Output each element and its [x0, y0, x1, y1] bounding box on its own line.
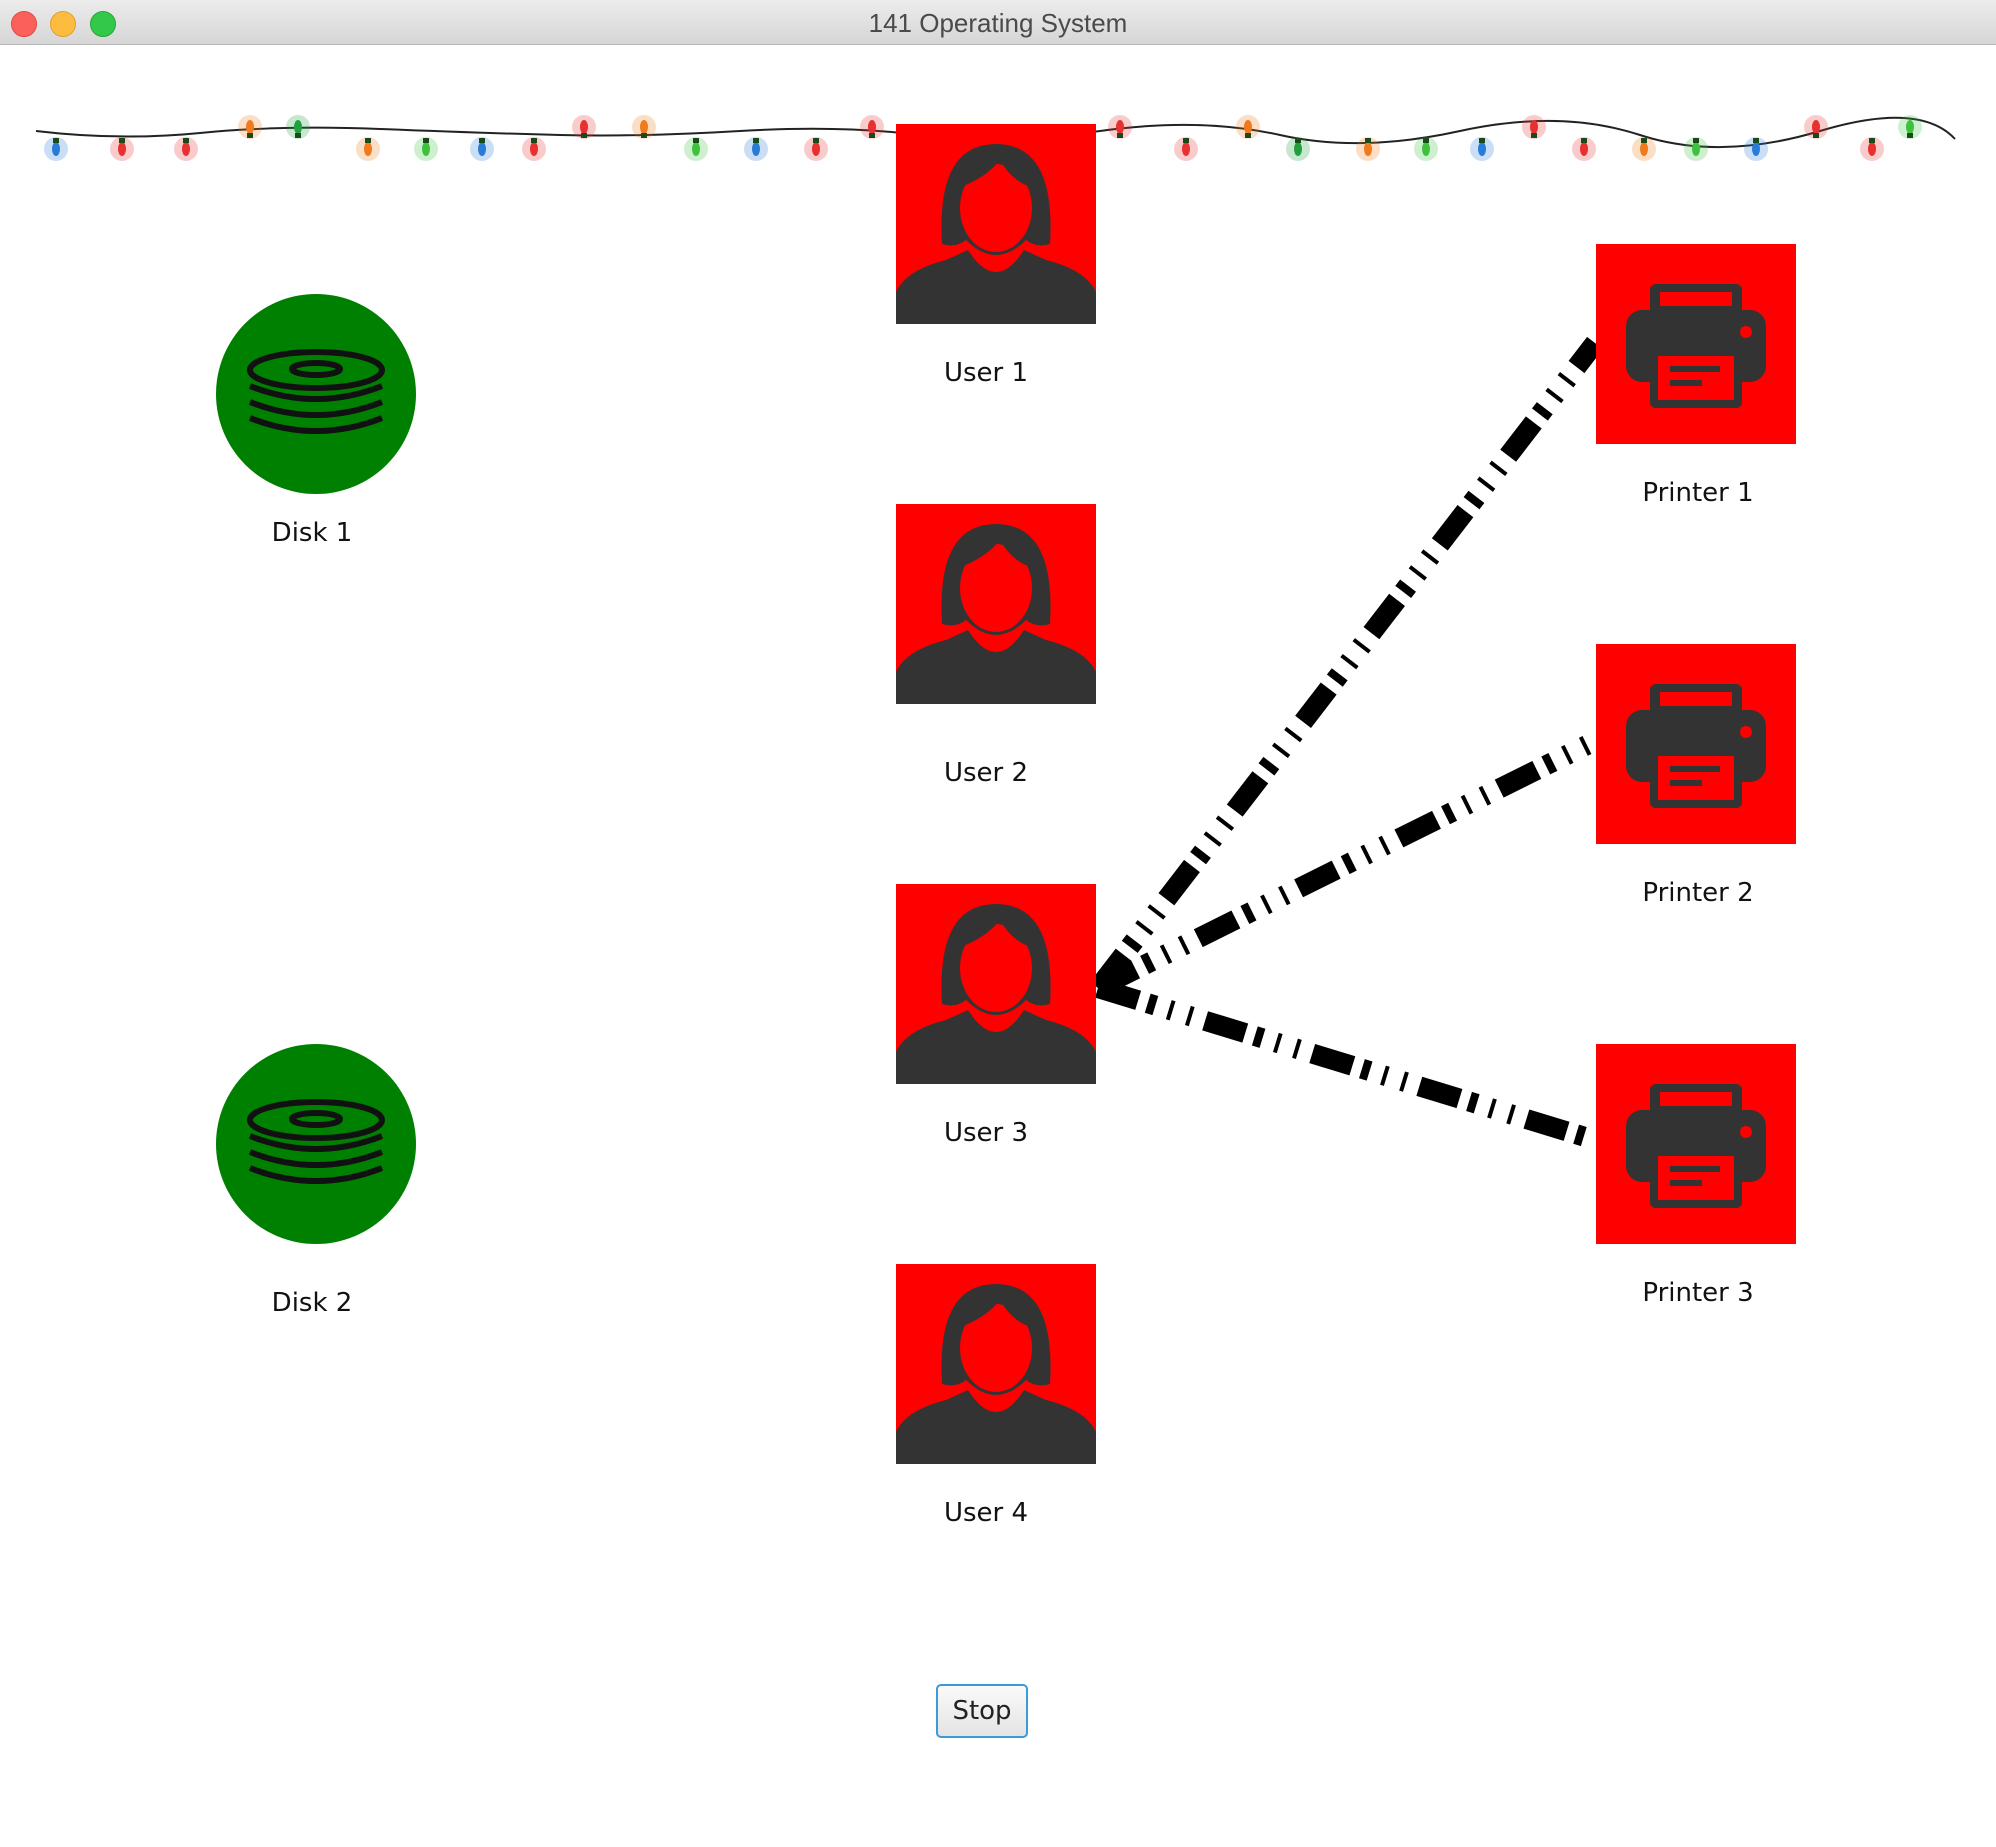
light-bulb-cap — [869, 133, 875, 138]
disk-icon — [216, 294, 416, 494]
light-bulb — [580, 120, 588, 134]
light-bulb-cap — [641, 133, 647, 138]
light-bulb — [1868, 142, 1876, 156]
light-bulb — [1530, 120, 1538, 134]
user-1[interactable] — [896, 124, 1096, 329]
light-bulb — [1640, 142, 1648, 156]
printer-2-label: Printer 2 — [1642, 878, 1754, 908]
light-bulb-cap — [1117, 133, 1123, 138]
disk-2[interactable] — [216, 1044, 416, 1249]
light-bulb — [640, 120, 648, 134]
printer-icon — [1596, 1044, 1796, 1244]
light-bulb-cap — [1753, 138, 1759, 143]
printer-3[interactable] — [1596, 1044, 1796, 1249]
printer-3-label: Printer 3 — [1642, 1278, 1754, 1308]
light-bulb-cap — [247, 133, 253, 138]
light-bulb — [1364, 142, 1372, 156]
light-bulb — [294, 120, 302, 134]
user-icon — [896, 124, 1096, 324]
light-bulb-cap — [1907, 133, 1913, 138]
user-icon — [896, 884, 1096, 1084]
light-bulb-cap — [1245, 133, 1251, 138]
light-bulb — [182, 142, 190, 156]
light-bulb — [1182, 142, 1190, 156]
user-icon — [896, 1264, 1096, 1464]
window-title: 141 Operating System — [868, 8, 1128, 38]
light-bulb-cap — [53, 138, 59, 143]
light-bulb-cap — [1813, 133, 1819, 138]
user-3-label: User 3 — [943, 1118, 1029, 1148]
light-bulb — [478, 142, 486, 156]
connection-user3-printer2 — [1093, 732, 1600, 997]
light-bulb-cap — [119, 138, 125, 143]
user-4-label: User 4 — [943, 1498, 1029, 1528]
light-bulb-cap — [295, 133, 301, 138]
light-bulb — [1294, 142, 1302, 156]
user-icon — [896, 504, 1096, 704]
light-bulb — [118, 142, 126, 156]
printer-icon — [1596, 644, 1796, 844]
connection-user3-printer3 — [1095, 978, 1598, 1150]
user-1-label: User 1 — [943, 358, 1029, 388]
printer-1-label: Printer 1 — [1642, 478, 1754, 508]
light-bulb-cap — [1423, 138, 1429, 143]
light-bulb-cap — [423, 138, 429, 143]
title-bar: 141 Operating System — [0, 0, 1996, 45]
light-bulb — [422, 142, 430, 156]
user-4[interactable] — [896, 1264, 1096, 1469]
user-2-label: User 2 — [943, 758, 1029, 788]
light-bulb — [364, 142, 372, 156]
light-bulb-cap — [365, 138, 371, 143]
light-bulb-cap — [1531, 133, 1537, 138]
disk-1[interactable] — [216, 294, 416, 499]
light-bulb — [1580, 142, 1588, 156]
light-bulb — [692, 142, 700, 156]
light-bulb-cap — [1295, 138, 1301, 143]
light-bulb — [868, 120, 876, 134]
light-bulb — [1478, 142, 1486, 156]
light-bulb-cap — [531, 138, 537, 143]
printer-1[interactable] — [1596, 244, 1796, 449]
disk-2-label: Disk 2 — [271, 1288, 353, 1318]
disk-icon — [216, 1044, 416, 1244]
disk-1-label: Disk 1 — [271, 518, 353, 548]
light-bulb-cap — [479, 138, 485, 143]
printer-icon — [1596, 244, 1796, 444]
light-bulb — [1244, 120, 1252, 134]
light-bulb-cap — [1641, 138, 1647, 143]
user-2[interactable] — [896, 504, 1096, 709]
light-bulb — [530, 142, 538, 156]
light-bulb — [812, 142, 820, 156]
light-bulb-cap — [1581, 138, 1587, 143]
light-bulb-cap — [1365, 138, 1371, 143]
light-bulb — [1752, 142, 1760, 156]
printer-2[interactable] — [1596, 644, 1796, 849]
user-3[interactable] — [896, 884, 1096, 1089]
light-bulb — [52, 142, 60, 156]
stop-button[interactable]: Stop — [936, 1684, 1028, 1738]
light-bulb-cap — [693, 138, 699, 143]
light-bulb-cap — [183, 138, 189, 143]
connection-user3-printer1 — [1090, 336, 1603, 995]
light-bulb-cap — [1869, 138, 1875, 143]
light-bulb — [1812, 120, 1820, 134]
light-bulb — [1116, 120, 1124, 134]
app-window: 141 Operating System Disk 1 Disk 2 User … — [0, 0, 1996, 1847]
light-bulb — [1422, 142, 1430, 156]
light-bulb-cap — [1479, 138, 1485, 143]
light-bulb — [1692, 142, 1700, 156]
light-bulb-cap — [581, 133, 587, 138]
light-bulb — [752, 142, 760, 156]
light-bulb — [1906, 120, 1914, 134]
light-bulb-cap — [1183, 138, 1189, 143]
light-bulb — [246, 120, 254, 134]
light-bulb-cap — [813, 138, 819, 143]
light-bulb-cap — [753, 138, 759, 143]
light-bulb-cap — [1693, 138, 1699, 143]
